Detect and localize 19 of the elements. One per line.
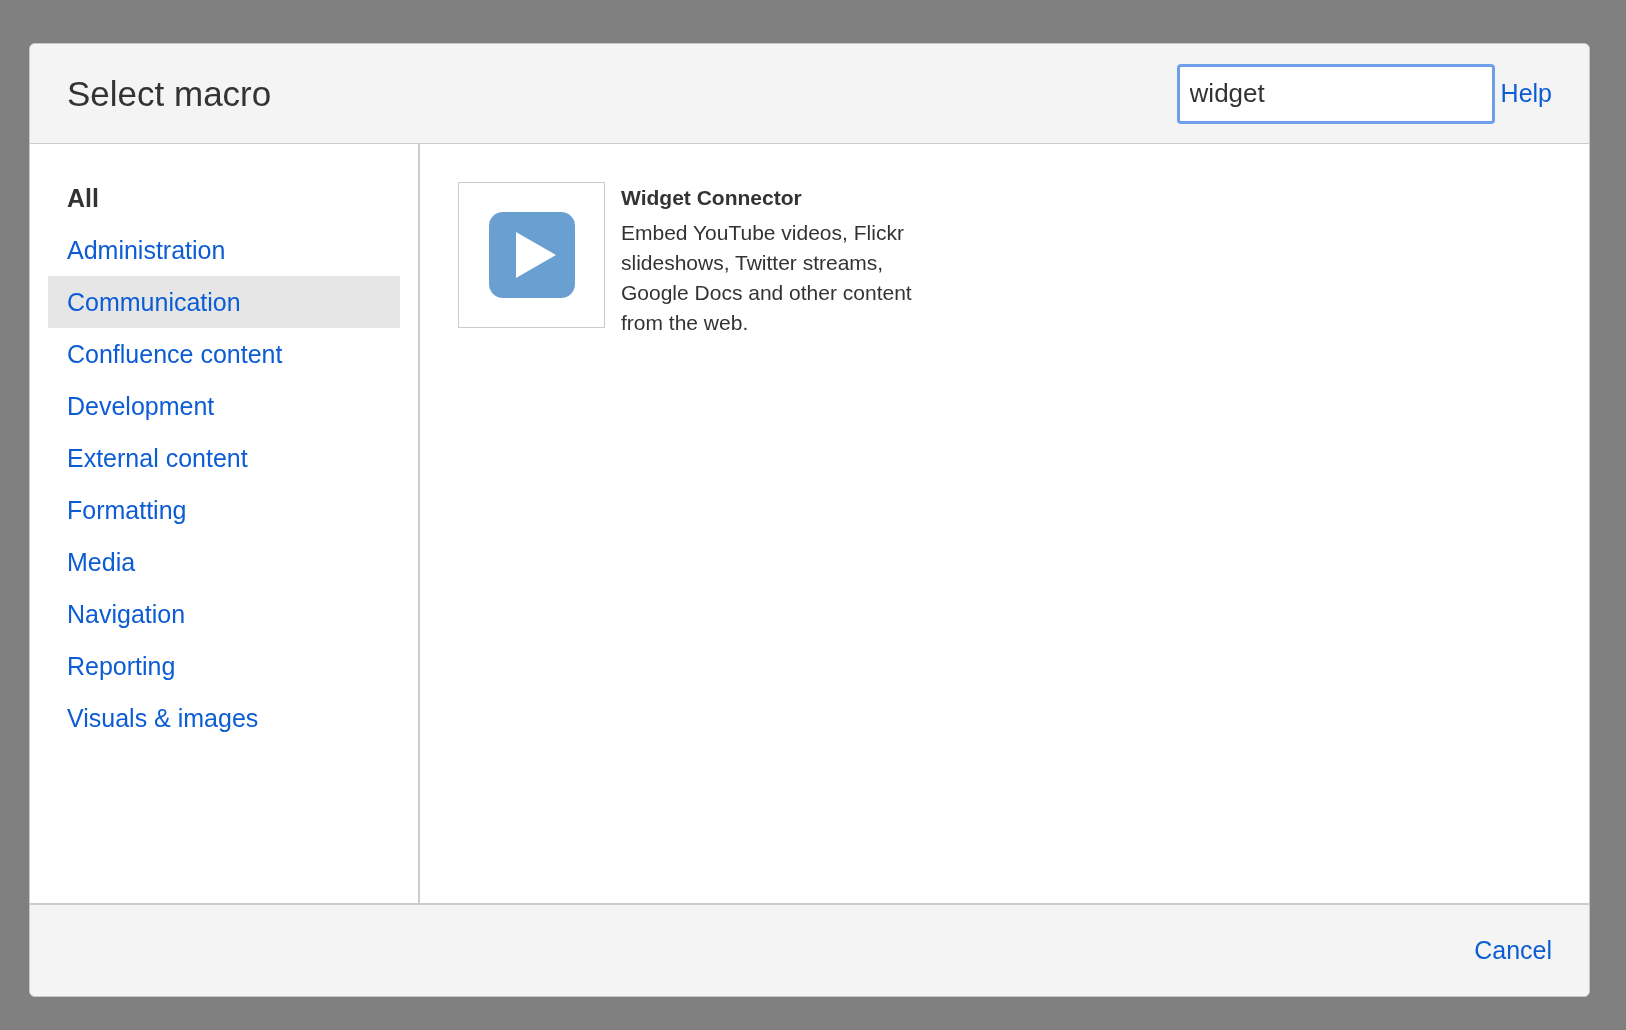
category-item[interactable]: Visuals & images	[48, 692, 400, 744]
macro-description: Embed YouTube videos, Flickr slideshows, Twitter streams, Google Docs and other content from the web.	[621, 219, 913, 336]
category-item[interactable]: Administration	[48, 224, 400, 276]
category-item[interactable]: External content	[48, 432, 400, 484]
search-field[interactable]: widget	[1176, 63, 1495, 124]
category-item[interactable]: Confluence content	[48, 328, 400, 380]
play-icon	[488, 212, 575, 298]
dialog-title: Select macro	[67, 72, 272, 115]
category-item[interactable]: Communication	[48, 276, 400, 328]
category-item[interactable]: Development	[48, 380, 400, 432]
category-item[interactable]: All	[48, 172, 400, 224]
category-item[interactable]: Reporting	[48, 640, 400, 692]
help-link[interactable]: Help	[1500, 74, 1552, 113]
category-item[interactable]: Media	[48, 536, 400, 588]
category-item[interactable]: Formatting	[48, 484, 400, 536]
macro-name: Widget Connector	[621, 185, 803, 211]
cancel-link[interactable]: Cancel	[1474, 931, 1552, 970]
category-item[interactable]: Navigation	[48, 588, 400, 640]
macro-thumbnail[interactable]	[458, 182, 605, 328]
